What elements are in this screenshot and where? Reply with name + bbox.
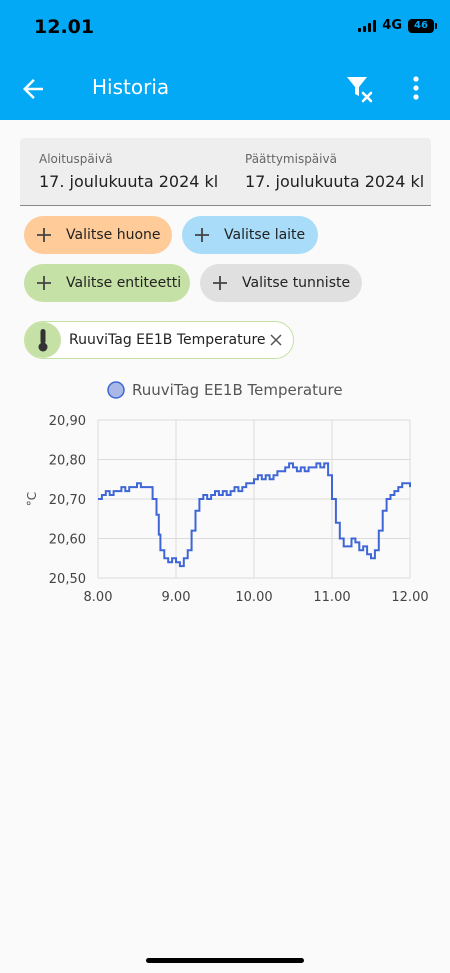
y-tick-label: 20,90 bbox=[49, 414, 86, 429]
end-date-value[interactable]: 17. joulukuuta 2024 kl bbox=[245, 172, 424, 191]
filter-remove-icon[interactable] bbox=[344, 72, 376, 104]
y-tick-label: 20,50 bbox=[49, 572, 86, 587]
chart-grid bbox=[97, 419, 411, 579]
thermometer-icon bbox=[25, 322, 61, 358]
end-date-field[interactable]: Päättymispäivä 17. joulukuuta 2024 kl bbox=[245, 152, 424, 191]
choose-entity-chip[interactable]: Valitse entiteetti bbox=[24, 264, 190, 302]
arrow-left-icon[interactable] bbox=[18, 74, 48, 104]
legend-label: RuuviTag EE1B Temperature bbox=[132, 381, 343, 399]
chart-legend[interactable]: RuuviTag EE1B Temperature bbox=[107, 381, 343, 399]
status-bar: 12.01 4G 46 bbox=[0, 0, 450, 56]
y-tick-label: 20,80 bbox=[49, 454, 86, 469]
plus-icon bbox=[213, 276, 227, 290]
choose-room-label: Valitse huone bbox=[66, 227, 161, 243]
x-tick-label: 9.00 bbox=[162, 590, 191, 605]
x-axis-ticks: 8.00 9.00 10.00 11.00 12.00 bbox=[84, 590, 429, 605]
x-tick-label: 10.00 bbox=[235, 590, 272, 605]
date-range-picker[interactable]: Aloituspäivä 17. joulukuuta 2024 kl Päät… bbox=[20, 138, 431, 206]
signal-icon bbox=[358, 19, 377, 32]
selected-entity-chip[interactable]: RuuviTag EE1B Temperature bbox=[24, 321, 294, 359]
close-icon[interactable] bbox=[269, 333, 283, 347]
home-indicator[interactable] bbox=[146, 958, 304, 963]
choose-device-label: Valitse laite bbox=[224, 227, 306, 243]
choose-tag-chip[interactable]: Valitse tunniste bbox=[200, 264, 362, 302]
start-date-value[interactable]: 17. joulukuuta 2024 kl bbox=[39, 172, 218, 191]
plus-icon bbox=[37, 276, 51, 290]
app-bar: Historia bbox=[0, 56, 450, 120]
status-indicators: 4G 46 bbox=[358, 18, 437, 33]
x-tick-label: 8.00 bbox=[84, 590, 113, 605]
choose-device-chip[interactable]: Valitse laite bbox=[182, 216, 318, 254]
y-tick-label: 20,70 bbox=[49, 493, 86, 508]
plus-icon bbox=[195, 228, 209, 242]
y-axis-label: °C bbox=[25, 492, 39, 506]
battery-icon: 46 bbox=[408, 18, 437, 33]
start-date-field[interactable]: Aloituspäivä 17. joulukuuta 2024 kl bbox=[39, 152, 218, 191]
end-date-label: Päättymispäivä bbox=[245, 152, 337, 166]
history-chart: RuuviTag EE1B Temperature °C 20,9020,802… bbox=[25, 381, 429, 605]
choose-tag-label: Valitse tunniste bbox=[242, 275, 351, 291]
choose-room-chip[interactable]: Valitse huone bbox=[24, 216, 172, 254]
plus-icon bbox=[37, 228, 51, 242]
status-time: 12.01 bbox=[34, 16, 95, 38]
y-axis-ticks: 20,90 20,80 20,70 20,60 20,50 bbox=[49, 414, 86, 587]
x-tick-label: 12.00 bbox=[391, 590, 428, 605]
page-title: Historia bbox=[92, 75, 170, 99]
network-type: 4G bbox=[382, 18, 402, 33]
legend-swatch bbox=[107, 381, 125, 399]
y-tick-label: 20,60 bbox=[49, 533, 86, 548]
start-date-label: Aloituspäivä bbox=[39, 152, 113, 166]
choose-entity-label: Valitse entiteetti bbox=[66, 275, 182, 291]
x-tick-label: 11.00 bbox=[313, 590, 350, 605]
selected-entity-label: RuuviTag EE1B Temperature bbox=[69, 332, 266, 348]
more-vert-icon[interactable] bbox=[404, 74, 428, 102]
